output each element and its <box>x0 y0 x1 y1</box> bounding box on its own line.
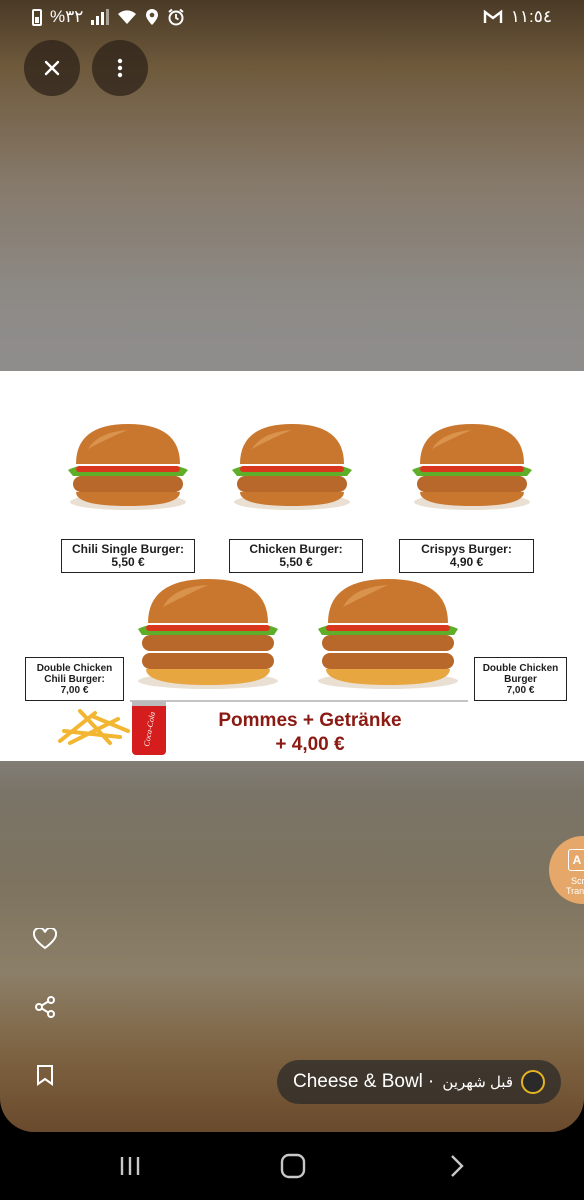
menu-label-double-chicken-chili: Double Chicken Chili Burger: 7,00 € <box>25 657 124 701</box>
location-icon <box>146 9 159 25</box>
heart-icon <box>33 928 57 950</box>
bookmark-icon <box>37 1065 53 1086</box>
share-icon <box>35 996 55 1018</box>
battery-icon <box>32 8 42 26</box>
menu-image: Coca-Cola Chili Single Burger: 5,50 € Ch… <box>0 371 584 761</box>
alarm-icon <box>168 8 185 26</box>
back-icon <box>451 1155 464 1177</box>
author-chip[interactable]: Cheese & Bowl · قبل شهرين <box>277 1060 561 1104</box>
photo-viewer: %٣٢ ١١:٥٤ Coca-Cola Chili Single Burger:… <box>0 0 584 1132</box>
promo-text: Pommes + Getränke + 4,00 € <box>218 710 402 755</box>
author-avatar <box>521 1070 545 1094</box>
status-bar: %٣٢ ١١:٥٤ <box>0 0 584 34</box>
bookmark-button[interactable] <box>30 1060 60 1090</box>
like-button[interactable] <box>30 924 60 954</box>
more-vertical-icon <box>117 58 123 78</box>
battery-percent: %٣٢ <box>50 7 84 26</box>
close-button[interactable] <box>24 40 80 96</box>
wifi-icon <box>118 10 137 24</box>
gmail-icon <box>483 9 502 23</box>
menu-label-double-chicken: Double Chicken Burger 7,00 € <box>474 657 567 701</box>
recents-button[interactable] <box>110 1150 150 1182</box>
clock: ١١:٥٤ <box>510 7 552 26</box>
more-options-button[interactable] <box>92 40 148 96</box>
navigation-bar <box>0 1132 584 1200</box>
signal-icon <box>91 9 110 25</box>
author-separator: · <box>427 1071 435 1092</box>
menu-label-crispys: Crispys Burger: 4,90 € <box>399 539 534 573</box>
back-button[interactable] <box>437 1150 477 1182</box>
recents-icon <box>120 1157 140 1175</box>
author-name: Cheese & Bowl <box>293 1071 423 1092</box>
post-time: قبل شهرين <box>442 1074 513 1091</box>
close-icon <box>44 60 60 76</box>
translate-icon: A <box>568 849 584 871</box>
screen-translate-button[interactable]: A Scre Trans <box>549 836 584 904</box>
menu-label-chili-single: Chili Single Burger: 5,50 € <box>61 539 195 573</box>
share-button[interactable] <box>30 992 60 1022</box>
home-button[interactable] <box>273 1150 313 1182</box>
home-icon <box>280 1153 306 1179</box>
menu-label-chicken: Chicken Burger: 5,50 € <box>229 539 363 573</box>
